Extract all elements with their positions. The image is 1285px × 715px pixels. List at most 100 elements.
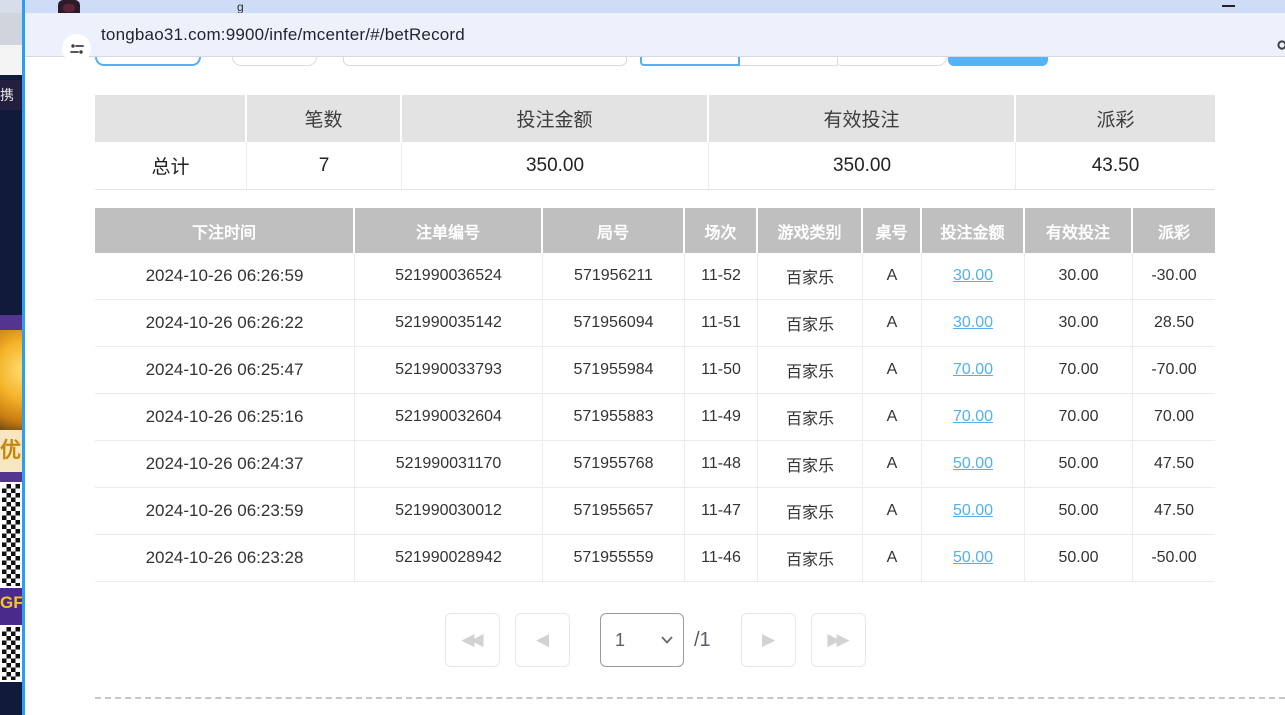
round-no: 571956211 — [543, 253, 685, 299]
bet-time: 2024-10-26 06:25:47 — [95, 347, 355, 393]
tab-title[interactable]: g — [237, 0, 244, 13]
header-payout: 派彩 — [1133, 208, 1215, 253]
double-left-arrow-icon: ◀◀ — [461, 630, 479, 650]
pagination: ◀◀ ◀ 1 /1 ▶ ▶▶ — [445, 613, 866, 667]
round-no: 571955883 — [543, 394, 685, 440]
bet-table-header-row: 下注时间 注单编号 局号 场次 游戏类别 桌号 投注金额 有效投注 派彩 — [95, 208, 1215, 253]
prev-page-button[interactable]: ◀ — [515, 613, 570, 667]
game-type: 百家乐 — [758, 488, 863, 534]
tab-favicon[interactable] — [58, 0, 80, 13]
bg-purple-band — [0, 315, 22, 330]
browser-tab-strip[interactable]: g — [25, 0, 1285, 13]
round-no: 571955768 — [543, 441, 685, 487]
summary-valid-bet-value: 350.00 — [709, 142, 1016, 189]
payout-cell: 28.50 — [1133, 300, 1215, 346]
first-page-button[interactable]: ◀◀ — [445, 613, 500, 667]
summary-table: 笔数 投注金额 有效投注 派彩 总计 7 350.00 350.00 43.50 — [95, 95, 1215, 190]
game-type: 百家乐 — [758, 347, 863, 393]
payout-cell: 70.00 — [1133, 394, 1215, 440]
summary-header-count: 笔数 — [247, 95, 402, 142]
bet-amount-link[interactable]: 70.00 — [953, 408, 993, 426]
valid-bet: 50.00 — [1025, 535, 1133, 581]
segment[interactable] — [740, 57, 838, 66]
bg-purple-band — [0, 472, 22, 482]
table-no: A — [863, 253, 922, 299]
address-bar[interactable]: tongbao31.com:9900/infe/mcenter/#/betRec… — [25, 13, 1285, 57]
url-text[interactable]: tongbao31.com:9900/infe/mcenter/#/betRec… — [101, 13, 465, 57]
game-type: 百家乐 — [758, 300, 863, 346]
table-row: 2024-10-26 06:25:16 521990032604 5719558… — [95, 394, 1215, 441]
header-round-no: 局号 — [543, 208, 685, 253]
page-select-value: 1 — [615, 630, 661, 651]
payout-cell: 47.50 — [1133, 488, 1215, 534]
header-order-no: 注单编号 — [355, 208, 543, 253]
summary-total-label: 总计 — [95, 142, 247, 189]
section-divider — [95, 697, 1285, 699]
bet-amount-link[interactable]: 30.00 — [953, 267, 993, 285]
payout-cell: -70.00 — [1133, 347, 1215, 393]
bet-time: 2024-10-26 06:23:28 — [95, 535, 355, 581]
segment[interactable] — [838, 57, 947, 66]
bet-time: 2024-10-26 06:26:22 — [95, 300, 355, 346]
filter-tab[interactable] — [232, 57, 317, 66]
summary-count-value: 7 — [247, 142, 402, 189]
valid-bet: 70.00 — [1025, 347, 1133, 393]
header-table-no: 桌号 — [863, 208, 922, 253]
table-no: A — [863, 441, 922, 487]
round-no: 571956094 — [543, 300, 685, 346]
screen: 携程 优 GF g tongbao31.com:9900/infe/mcente… — [0, 0, 1285, 715]
bg-gold-coin-image — [0, 330, 22, 430]
segment-active[interactable] — [640, 57, 740, 66]
valid-bet: 70.00 — [1025, 394, 1133, 440]
order-no: 521990033793 — [355, 347, 543, 393]
bet-amount-link[interactable]: 70.00 — [953, 361, 993, 379]
order-no: 521990035142 — [355, 300, 543, 346]
summary-header-blank — [95, 95, 247, 142]
page-select[interactable]: 1 — [600, 613, 684, 667]
header-bet-time: 下注时间 — [95, 208, 355, 253]
filter-tab-active[interactable] — [95, 57, 201, 66]
search-button[interactable] — [948, 57, 1048, 66]
table-no: A — [863, 535, 922, 581]
order-no: 521990028942 — [355, 535, 543, 581]
next-page-button[interactable]: ▶ — [741, 613, 796, 667]
summary-header-payout: 派彩 — [1016, 95, 1215, 142]
header-valid-bet: 有效投注 — [1025, 208, 1133, 253]
summary-payout-value: 43.50 — [1016, 142, 1215, 189]
valid-bet: 50.00 — [1025, 441, 1133, 487]
search-input[interactable] — [343, 57, 627, 66]
table-row: 2024-10-26 06:23:28 521990028942 5719555… — [95, 535, 1215, 582]
last-page-button[interactable]: ▶▶ — [811, 613, 866, 667]
summary-header-valid-bet: 有效投注 — [709, 95, 1016, 142]
page-total-label: /1 — [694, 629, 724, 652]
bg-qr-code — [0, 482, 22, 588]
bg-window-light-band — [0, 45, 22, 75]
table-row: 2024-10-26 06:26:22 521990035142 5719560… — [95, 300, 1215, 347]
bet-time: 2024-10-26 06:24:37 — [95, 441, 355, 487]
session: 11-46 — [685, 535, 758, 581]
session: 11-52 — [685, 253, 758, 299]
summary-total-row: 总计 7 350.00 350.00 43.50 — [95, 142, 1215, 190]
site-settings-icon[interactable] — [62, 34, 91, 63]
key-icon[interactable] — [1276, 37, 1285, 53]
bet-amount-link[interactable]: 50.00 — [953, 455, 993, 473]
summary-header-bet-amount: 投注金额 — [402, 95, 709, 142]
bg-window-titlebar — [0, 0, 22, 13]
table-row: 2024-10-26 06:23:59 521990030012 5719556… — [95, 488, 1215, 535]
session: 11-49 — [685, 394, 758, 440]
tune-icon — [69, 41, 85, 57]
bet-amount-link[interactable]: 50.00 — [953, 549, 993, 567]
table-row: 2024-10-26 06:26:59 521990036524 5719562… — [95, 253, 1215, 300]
summary-header-row: 笔数 投注金额 有效投注 派彩 — [95, 95, 1215, 142]
bet-amount-link[interactable]: 50.00 — [953, 502, 993, 520]
payout-cell: -50.00 — [1133, 535, 1215, 581]
bet-amount-link[interactable]: 30.00 — [953, 314, 993, 332]
bet-time: 2024-10-26 06:25:16 — [95, 394, 355, 440]
order-no: 521990031170 — [355, 441, 543, 487]
table-no: A — [863, 394, 922, 440]
order-no: 521990030012 — [355, 488, 543, 534]
session: 11-47 — [685, 488, 758, 534]
valid-bet: 30.00 — [1025, 253, 1133, 299]
header-bet-amount: 投注金额 — [922, 208, 1025, 253]
minimize-icon[interactable] — [1222, 5, 1235, 7]
